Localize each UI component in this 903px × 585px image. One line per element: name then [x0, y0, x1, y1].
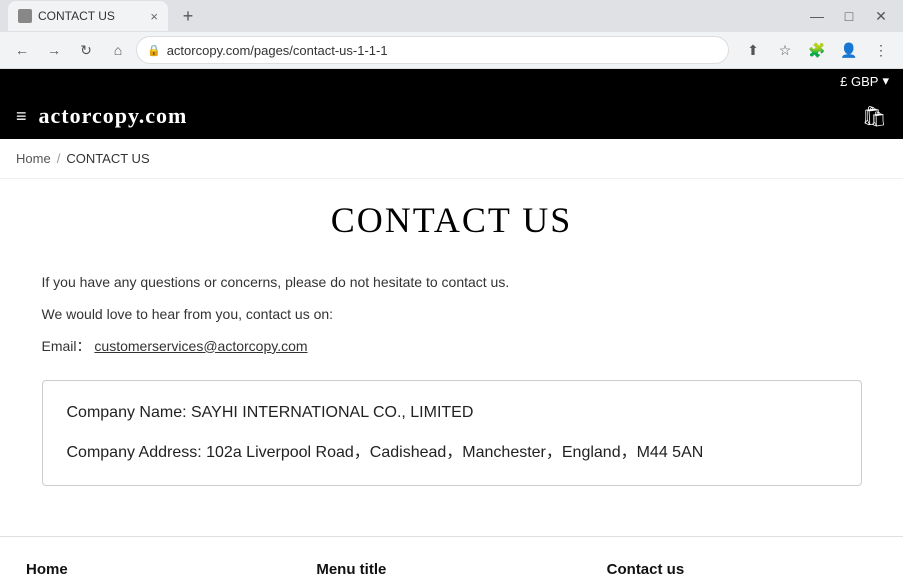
page-wrapper: CONTACT US × + — □ ✕ ← → ↻ ⌂ 🔒 actorcopy… — [0, 0, 903, 585]
breadcrumb-current: CONTACT US — [66, 151, 149, 166]
email-line: Email： customerservices@actorcopy.com — [42, 336, 862, 356]
extensions-icon[interactable]: 🧩 — [803, 36, 831, 64]
site-top-bar: £ GBP ▾ — [0, 69, 903, 93]
lock-icon: 🔒 — [147, 44, 161, 57]
intro-text-2: We would love to hear from you, contact … — [42, 303, 862, 325]
minimize-button[interactable]: — — [803, 2, 831, 30]
maximize-button[interactable]: □ — [835, 2, 863, 30]
email-label: Email： — [42, 338, 91, 354]
site-header: ≡ actorcopy.com 🛍 — [0, 93, 903, 139]
footer-col-3-title: Contact us — [607, 561, 877, 578]
page-title: CONTACT US — [42, 199, 862, 241]
address-actions: ⬆ ☆ 🧩 👤 ⋮ — [739, 36, 895, 64]
footer-col-1-title: Home — [26, 561, 296, 578]
site-logo[interactable]: actorcopy.com — [39, 103, 188, 129]
refresh-button[interactable]: ↻ — [72, 36, 100, 64]
currency-chevron: ▾ — [882, 73, 889, 89]
footer-col-2: Menu title — [306, 561, 596, 585]
breadcrumb-home-link[interactable]: Home — [16, 151, 51, 166]
browser-chrome: CONTACT US × + — □ ✕ ← → ↻ ⌂ 🔒 actorcopy… — [0, 0, 903, 69]
address-bar-row: ← → ↻ ⌂ 🔒 actorcopy.com/pages/contact-us… — [0, 32, 903, 68]
forward-button[interactable]: → — [40, 36, 68, 64]
company-address-line: Company Address: 102a Liverpool Road，Cad… — [67, 441, 837, 465]
share-icon[interactable]: ⬆ — [739, 36, 767, 64]
breadcrumb-separator: / — [57, 151, 61, 166]
currency-label: £ GBP — [840, 74, 878, 89]
address-bar[interactable]: 🔒 actorcopy.com/pages/contact-us-1-1-1 — [136, 36, 729, 64]
info-box: Company Name: SAYHI INTERNATIONAL CO., L… — [42, 380, 862, 486]
site-footer: Home Menu title Contact us — [0, 536, 903, 585]
footer-col-3: Contact us — [597, 561, 887, 585]
hamburger-menu-icon[interactable]: ≡ — [16, 106, 27, 127]
main-content: CONTACT US If you have any questions or … — [12, 179, 892, 536]
cart-icon[interactable]: 🛍 — [862, 104, 887, 129]
breadcrumb: Home / CONTACT US — [0, 139, 903, 179]
back-button[interactable]: ← — [8, 36, 36, 64]
new-tab-button[interactable]: + — [174, 2, 202, 30]
intro-text-1: If you have any questions or concerns, p… — [42, 271, 862, 293]
tab-bar: CONTACT US × + — □ ✕ — [0, 0, 903, 32]
footer-col-1: Home — [16, 561, 306, 585]
url-text: actorcopy.com/pages/contact-us-1-1-1 — [167, 43, 388, 58]
tab-favicon — [18, 9, 32, 23]
profile-icon[interactable]: 👤 — [835, 36, 863, 64]
footer-col-2-title: Menu title — [316, 561, 586, 578]
active-tab[interactable]: CONTACT US × — [8, 1, 168, 31]
close-window-button[interactable]: ✕ — [867, 2, 895, 30]
home-button[interactable]: ⌂ — [104, 36, 132, 64]
company-name-line: Company Name: SAYHI INTERNATIONAL CO., L… — [67, 401, 837, 425]
tab-title: CONTACT US — [38, 9, 115, 23]
currency-selector[interactable]: £ GBP ▾ — [840, 73, 889, 89]
browser-menu-icon[interactable]: ⋮ — [867, 36, 895, 64]
website: £ GBP ▾ ≡ actorcopy.com 🛍 Home / CONTACT… — [0, 69, 903, 585]
tab-close-button[interactable]: × — [150, 9, 158, 24]
email-link[interactable]: customerservices@actorcopy.com — [94, 338, 307, 354]
bookmark-icon[interactable]: ☆ — [771, 36, 799, 64]
